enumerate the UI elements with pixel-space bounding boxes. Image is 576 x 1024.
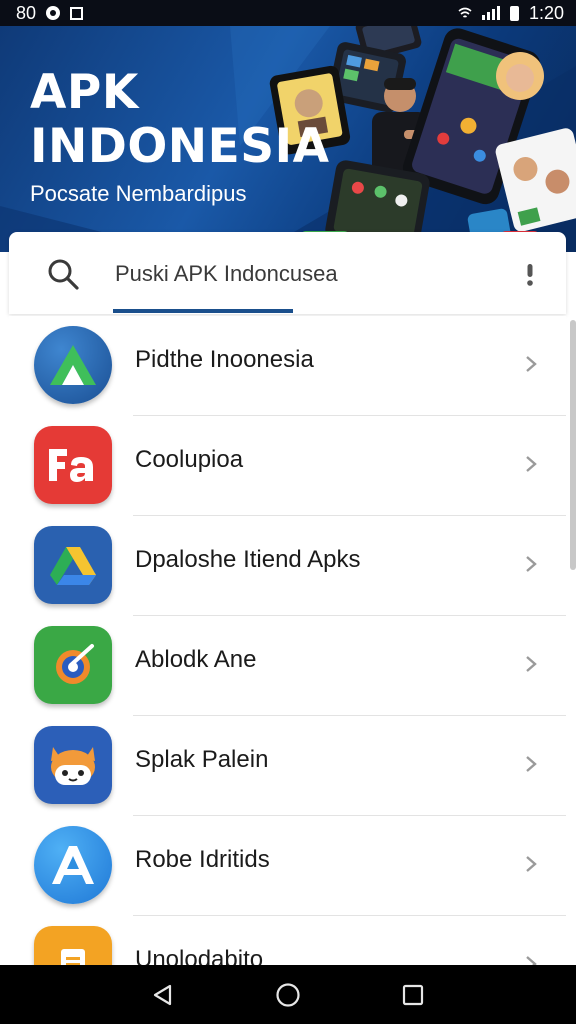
list-item[interactable]: Ablodk Ane bbox=[9, 616, 566, 716]
chevron-right-icon bbox=[526, 356, 537, 372]
status-bar: 80 1:20 bbox=[0, 0, 576, 26]
search-input-underline bbox=[113, 309, 293, 313]
cat-mascot-icon bbox=[34, 726, 112, 804]
letter-a-icon bbox=[34, 826, 112, 904]
search-icon[interactable] bbox=[45, 256, 81, 292]
app-name: Pidthe Inoonesia bbox=[135, 346, 314, 373]
list-item[interactable]: Pidthe Inoonesia bbox=[9, 316, 566, 416]
chevron-right-icon bbox=[526, 956, 537, 965]
chevron-right-icon bbox=[526, 456, 537, 472]
drive-triangle-icon bbox=[34, 526, 112, 604]
banner-title-line1: APK bbox=[30, 65, 139, 120]
fa-letters-icon bbox=[34, 426, 112, 504]
banner-title-line2: INDONESIA bbox=[30, 119, 330, 174]
banner-title: APK INDONESIA bbox=[30, 66, 329, 174]
scrollbar[interactable] bbox=[570, 320, 576, 570]
app-name: Robe Idritids bbox=[135, 846, 270, 873]
list-item[interactable]: Dpaloshe Itiend Apks bbox=[9, 516, 566, 616]
triangle-a-logo-icon bbox=[34, 326, 112, 404]
status-right: 1:20 bbox=[458, 3, 564, 24]
status-time: 1:20 bbox=[528, 2, 564, 23]
app-name: Ablodk Ane bbox=[135, 646, 257, 673]
more-vert-icon[interactable] bbox=[520, 262, 540, 288]
notification-square-icon bbox=[70, 6, 84, 20]
battery-icon bbox=[509, 5, 519, 21]
app-list: Pidthe Inoonesia Coolupioa Dpaloshe Itie… bbox=[9, 316, 566, 965]
notification-icon bbox=[46, 6, 61, 20]
wifi-icon bbox=[458, 7, 472, 18]
app-name: Splak Palein bbox=[135, 746, 269, 773]
chevron-right-icon bbox=[526, 756, 537, 772]
document-icon bbox=[34, 926, 112, 965]
signal-icon bbox=[481, 6, 500, 20]
list-item[interactable]: Coolupioa bbox=[9, 416, 566, 516]
app-name: Dpaloshe Itiend Apks bbox=[135, 546, 361, 573]
banner-subtitle: Pocsate Nembardipus bbox=[30, 181, 247, 206]
chevron-right-icon bbox=[526, 656, 537, 672]
search-input[interactable] bbox=[115, 256, 495, 292]
back-triangle-icon[interactable] bbox=[148, 980, 178, 1010]
app-name: Unolodabito bbox=[135, 946, 264, 965]
list-item[interactable]: Robe Idritids bbox=[9, 816, 566, 916]
list-item[interactable]: Splak Palein bbox=[9, 716, 566, 816]
status-left-text: 80 bbox=[16, 2, 37, 23]
list-item[interactable]: Unolodabito bbox=[9, 916, 566, 965]
search-bar bbox=[9, 232, 566, 314]
chevron-right-icon bbox=[526, 556, 537, 572]
home-circle-icon[interactable] bbox=[273, 980, 303, 1010]
app-name: Coolupioa bbox=[135, 446, 244, 473]
status-left: 80 bbox=[16, 2, 84, 24]
swirl-logo-icon bbox=[34, 626, 112, 704]
recents-square-icon[interactable] bbox=[398, 980, 428, 1010]
chevron-right-icon bbox=[526, 856, 537, 872]
hero-banner: APK INDONESIA Pocsate Nembardipus bbox=[0, 26, 576, 252]
navigation-bar bbox=[0, 965, 576, 1024]
